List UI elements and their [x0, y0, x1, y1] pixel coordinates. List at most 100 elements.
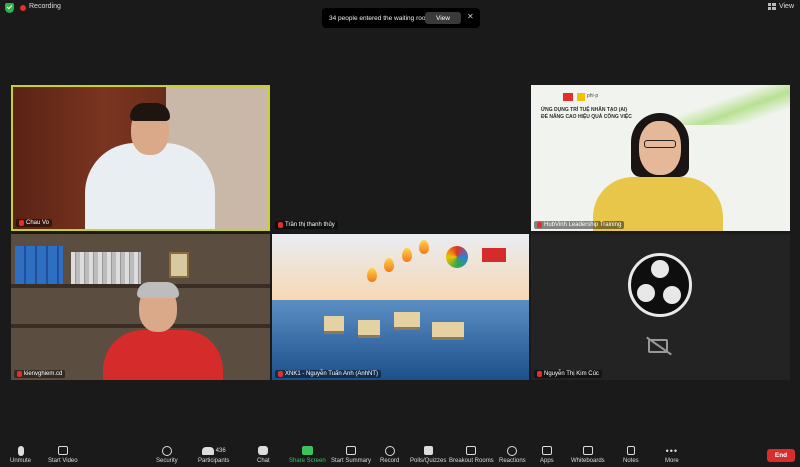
oil-rig	[394, 312, 420, 330]
flame-icon	[419, 240, 429, 254]
video-tile[interactable]: XNK1 - Nguyễn Tuấn Anh (AnhNT)	[272, 234, 529, 380]
participant-video	[137, 282, 179, 298]
participant-name-tag: HubVinh Leadership Training	[534, 221, 625, 229]
participant-video	[639, 121, 681, 175]
emblem-icon	[446, 246, 468, 268]
reactions-icon	[507, 445, 518, 456]
share-screen-icon	[301, 445, 313, 456]
participants-label: Participants	[198, 458, 230, 464]
participant-video	[644, 140, 676, 148]
waiting-room-banner: 34 people entered the waiting room View …	[322, 8, 480, 28]
view-button[interactable]: View	[767, 3, 794, 10]
breakout-rooms-icon	[466, 445, 477, 456]
polls-label: Polls/Quizzes	[410, 458, 447, 464]
whiteboard-icon	[582, 445, 593, 456]
whiteboards-button[interactable]: Whiteboards	[571, 445, 605, 464]
end-meeting-button[interactable]: End	[767, 449, 795, 462]
participant-name-tag: Nguyễn Thị Kim Cúc	[534, 370, 602, 378]
mic-muted-icon	[17, 371, 22, 377]
participant-name-tag: Chau Vo	[16, 219, 53, 227]
polls-button[interactable]: Polls/Quizzes	[410, 445, 446, 464]
background-books	[71, 252, 141, 284]
participant-name-tag: Trần thị thanh thủy	[275, 221, 338, 229]
video-tile[interactable]: Trần thị thanh thủy	[272, 85, 529, 231]
start-video-label: Start Video	[48, 458, 78, 464]
summary-icon	[346, 445, 356, 456]
participants-button[interactable]: 436 Participants	[198, 445, 229, 464]
whiteboards-label: Whiteboards	[571, 458, 605, 464]
share-screen-button[interactable]: Share Screen	[289, 445, 326, 464]
participant-name-tag: XNK1 - Nguyễn Tuấn Anh (AnhNT)	[275, 370, 382, 378]
chat-button[interactable]: Chat	[257, 445, 270, 464]
more-icon: •••	[665, 445, 679, 456]
flame-icon	[384, 258, 394, 272]
chat-label: Chat	[257, 458, 270, 464]
apps-button[interactable]: Apps	[540, 445, 554, 464]
slide-title-line: ỨNG DỤNG TRÍ TUỆ NHÂN TẠO (AI)	[541, 107, 628, 113]
start-summary-label: Start Summary	[331, 458, 372, 464]
participants-icon: 436	[201, 445, 226, 456]
video-tile[interactable]: kienvghiem.cd	[11, 234, 270, 380]
video-tile[interactable]: Nguyễn Thị Kim Cúc	[531, 234, 790, 380]
polls-icon	[423, 445, 433, 456]
start-summary-button[interactable]: Start Summary	[331, 445, 371, 464]
participant-video	[103, 330, 223, 380]
more-button[interactable]: ••• More	[665, 445, 679, 465]
video-tile-active-speaker[interactable]: Chau Vo	[11, 85, 270, 231]
breakout-rooms-button[interactable]: Breakout Rooms	[449, 445, 494, 464]
start-video-button[interactable]: Start Video	[48, 445, 78, 464]
participant-name: kienvghiem.cd	[24, 371, 63, 377]
notes-button[interactable]: Notes	[623, 445, 639, 464]
reactions-button[interactable]: Reactions	[499, 445, 526, 464]
oil-rig	[324, 316, 344, 334]
recording-label[interactable]: Recording	[29, 3, 61, 10]
unmute-button[interactable]: Unmute	[10, 445, 31, 464]
slide-logo-text: phi·p	[587, 93, 599, 99]
participants-count: 436	[215, 447, 226, 454]
background-frame	[169, 252, 189, 278]
waiting-room-message: 34 people entered the waiting room	[329, 14, 431, 22]
background-sky	[272, 234, 529, 300]
security-button[interactable]: Security	[156, 445, 178, 464]
share-screen-label: Share Screen	[289, 458, 326, 464]
unmute-label: Unmute	[10, 458, 32, 464]
security-label: Security	[156, 458, 178, 464]
video-tile[interactable]: phi·p ỨNG DỤNG TRÍ TUỆ NHÂN TẠO (AI) ĐỂ …	[531, 85, 790, 231]
shield-icon	[161, 445, 172, 456]
mic-muted-icon	[278, 222, 283, 228]
encryption-shield-icon[interactable]	[5, 3, 14, 13]
background-shelf	[11, 324, 270, 328]
chat-icon	[258, 445, 269, 456]
slide-decoration	[670, 85, 790, 125]
video-off-icon	[57, 445, 68, 456]
participant-video	[130, 103, 170, 121]
reactions-label: Reactions	[499, 458, 526, 464]
recording-icon	[20, 5, 26, 11]
participant-name: Trần thị thanh thủy	[285, 222, 335, 228]
mic-muted-icon	[17, 445, 24, 456]
grid-view-icon	[767, 3, 776, 10]
record-button[interactable]: Record	[380, 445, 399, 464]
logo-icon	[577, 93, 585, 101]
record-label: Record	[380, 458, 400, 464]
apps-icon	[541, 445, 552, 456]
mic-muted-icon	[278, 371, 283, 377]
participant-name: XNK1 - Nguyễn Tuấn Anh (AnhNT)	[285, 371, 379, 377]
meeting-toolbar: Unmute Start Video Security 436 Particip…	[0, 441, 800, 467]
participant-name: Chau Vo	[26, 220, 50, 226]
obs-logo-icon	[628, 253, 692, 317]
background-binders	[15, 246, 63, 284]
logo-icon	[563, 93, 573, 101]
close-icon[interactable]: ✕	[467, 12, 474, 21]
apps-label: Apps	[540, 458, 554, 464]
participant-name: Nguyễn Thị Kim Cúc	[544, 371, 599, 377]
camera-off-icon	[648, 339, 668, 353]
record-icon	[384, 445, 395, 456]
oil-rig	[358, 320, 380, 338]
mic-muted-icon	[19, 220, 24, 226]
mic-muted-icon	[537, 222, 542, 228]
waiting-room-view-button[interactable]: View	[425, 12, 461, 24]
participant-video	[85, 143, 215, 229]
participant-name-tag: kienvghiem.cd	[14, 370, 66, 378]
breakout-rooms-label: Breakout Rooms	[449, 458, 494, 464]
